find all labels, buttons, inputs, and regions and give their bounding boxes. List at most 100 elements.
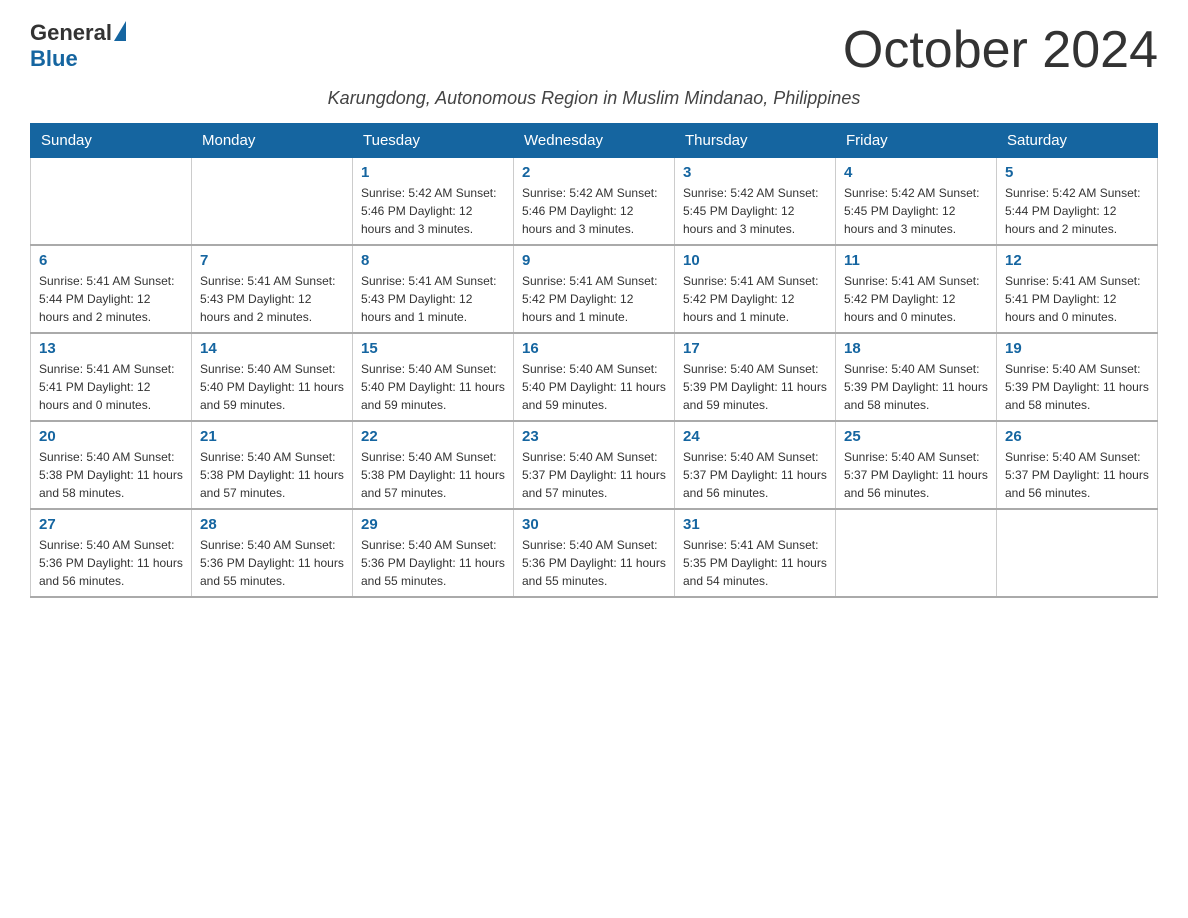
weekday-header: Wednesday [514, 124, 675, 158]
day-number: 4 [844, 164, 988, 181]
calendar-cell: 10 Sunrise: 5:41 AM Sunset: 5:42 PM Dayli… [675, 245, 836, 333]
day-number: 3 [683, 164, 827, 181]
calendar-cell: 29 Sunrise: 5:40 AM Sunset: 5:36 PM Dayli… [353, 509, 514, 597]
day-number: 2 [522, 164, 666, 181]
day-number: 17 [683, 340, 827, 357]
day-info: Sunrise: 5:40 AM Sunset: 5:39 PM Dayligh… [1005, 360, 1149, 414]
day-number: 21 [200, 428, 344, 445]
calendar-week-row: 13 Sunrise: 5:41 AM Sunset: 5:41 PM Dayli… [31, 333, 1158, 421]
day-number: 9 [522, 252, 666, 269]
calendar-cell: 4 Sunrise: 5:42 AM Sunset: 5:45 PM Daylig… [836, 158, 997, 246]
day-info: Sunrise: 5:40 AM Sunset: 5:40 PM Dayligh… [522, 360, 666, 414]
calendar-cell: 27 Sunrise: 5:40 AM Sunset: 5:36 PM Dayli… [31, 509, 192, 597]
page-header: General Blue October 2024 [30, 20, 1158, 80]
calendar-cell: 6 Sunrise: 5:41 AM Sunset: 5:44 PM Daylig… [31, 245, 192, 333]
calendar-cell: 2 Sunrise: 5:42 AM Sunset: 5:46 PM Daylig… [514, 158, 675, 246]
calendar-cell [836, 509, 997, 597]
calendar-cell: 12Sunrise: 5:41 AM Sunset: 5:41 PM Dayli… [997, 245, 1158, 333]
calendar-cell: 20 Sunrise: 5:40 AM Sunset: 5:38 PM Dayli… [31, 421, 192, 509]
day-info: Sunrise: 5:40 AM Sunset: 5:40 PM Dayligh… [361, 360, 505, 414]
subtitle: Karungdong, Autonomous Region in Muslim … [30, 88, 1158, 109]
calendar-body: 1 Sunrise: 5:42 AM Sunset: 5:46 PM Daylig… [31, 158, 1158, 598]
day-info: Sunrise: 5:41 AM Sunset: 5:41 PM Dayligh… [39, 360, 183, 414]
day-info: Sunrise: 5:40 AM Sunset: 5:40 PM Dayligh… [200, 360, 344, 414]
day-info: Sunrise: 5:42 AM Sunset: 5:45 PM Dayligh… [844, 184, 988, 238]
calendar-table: SundayMondayTuesdayWednesdayThursdayFrid… [30, 123, 1158, 598]
day-info: Sunrise: 5:40 AM Sunset: 5:37 PM Dayligh… [683, 448, 827, 502]
weekday-header: Monday [192, 124, 353, 158]
calendar-cell: 19 Sunrise: 5:40 AM Sunset: 5:39 PM Dayli… [997, 333, 1158, 421]
calendar-week-row: 1 Sunrise: 5:42 AM Sunset: 5:46 PM Daylig… [31, 158, 1158, 246]
day-number: 13 [39, 340, 183, 357]
weekday-header: Tuesday [353, 124, 514, 158]
calendar-cell: 9 Sunrise: 5:41 AM Sunset: 5:42 PM Daylig… [514, 245, 675, 333]
calendar-cell: 14 Sunrise: 5:40 AM Sunset: 5:40 PM Dayli… [192, 333, 353, 421]
day-number: 8 [361, 252, 505, 269]
day-number: 15 [361, 340, 505, 357]
day-number: 7 [200, 252, 344, 269]
day-info: Sunrise: 5:41 AM Sunset: 5:42 PM Dayligh… [522, 272, 666, 326]
logo-general: General [30, 20, 112, 46]
day-info: Sunrise: 5:41 AM Sunset: 5:41 PM Dayligh… [1005, 272, 1149, 326]
day-info: Sunrise: 5:40 AM Sunset: 5:36 PM Dayligh… [39, 536, 183, 590]
calendar-week-row: 20 Sunrise: 5:40 AM Sunset: 5:38 PM Dayli… [31, 421, 1158, 509]
calendar-cell: 25 Sunrise: 5:40 AM Sunset: 5:37 PM Dayli… [836, 421, 997, 509]
day-info: Sunrise: 5:40 AM Sunset: 5:37 PM Dayligh… [844, 448, 988, 502]
day-number: 30 [522, 516, 666, 533]
day-number: 16 [522, 340, 666, 357]
day-info: Sunrise: 5:41 AM Sunset: 5:35 PM Dayligh… [683, 536, 827, 590]
calendar-cell: 23 Sunrise: 5:40 AM Sunset: 5:37 PM Dayli… [514, 421, 675, 509]
day-info: Sunrise: 5:40 AM Sunset: 5:36 PM Dayligh… [522, 536, 666, 590]
day-number: 27 [39, 516, 183, 533]
page-title: October 2024 [843, 20, 1158, 80]
day-info: Sunrise: 5:41 AM Sunset: 5:42 PM Dayligh… [844, 272, 988, 326]
calendar-cell: 13 Sunrise: 5:41 AM Sunset: 5:41 PM Dayli… [31, 333, 192, 421]
day-info: Sunrise: 5:41 AM Sunset: 5:43 PM Dayligh… [361, 272, 505, 326]
calendar-cell: 28Sunrise: 5:40 AM Sunset: 5:36 PM Dayli… [192, 509, 353, 597]
day-info: Sunrise: 5:40 AM Sunset: 5:37 PM Dayligh… [1005, 448, 1149, 502]
weekday-header: Thursday [675, 124, 836, 158]
day-number: 14 [200, 340, 344, 357]
day-info: Sunrise: 5:42 AM Sunset: 5:44 PM Dayligh… [1005, 184, 1149, 238]
day-number: 23 [522, 428, 666, 445]
day-info: Sunrise: 5:41 AM Sunset: 5:44 PM Dayligh… [39, 272, 183, 326]
day-number: 11 [844, 252, 988, 269]
weekday-header: Sunday [31, 124, 192, 158]
day-info: Sunrise: 5:42 AM Sunset: 5:46 PM Dayligh… [361, 184, 505, 238]
day-number: 25 [844, 428, 988, 445]
day-info: Sunrise: 5:40 AM Sunset: 5:38 PM Dayligh… [39, 448, 183, 502]
day-number: 24 [683, 428, 827, 445]
day-info: Sunrise: 5:40 AM Sunset: 5:36 PM Dayligh… [200, 536, 344, 590]
calendar-cell: 8 Sunrise: 5:41 AM Sunset: 5:43 PM Daylig… [353, 245, 514, 333]
calendar-cell: 18Sunrise: 5:40 AM Sunset: 5:39 PM Dayli… [836, 333, 997, 421]
day-number: 22 [361, 428, 505, 445]
day-info: Sunrise: 5:41 AM Sunset: 5:42 PM Dayligh… [683, 272, 827, 326]
calendar-cell: 3 Sunrise: 5:42 AM Sunset: 5:45 PM Daylig… [675, 158, 836, 246]
day-number: 31 [683, 516, 827, 533]
day-info: Sunrise: 5:42 AM Sunset: 5:45 PM Dayligh… [683, 184, 827, 238]
day-info: Sunrise: 5:41 AM Sunset: 5:43 PM Dayligh… [200, 272, 344, 326]
day-number: 26 [1005, 428, 1149, 445]
logo-triangle-icon [114, 21, 126, 41]
calendar-cell: 26 Sunrise: 5:40 AM Sunset: 5:37 PM Dayli… [997, 421, 1158, 509]
day-info: Sunrise: 5:40 AM Sunset: 5:38 PM Dayligh… [361, 448, 505, 502]
day-number: 1 [361, 164, 505, 181]
calendar-cell: 17Sunrise: 5:40 AM Sunset: 5:39 PM Dayli… [675, 333, 836, 421]
calendar-cell: 5 Sunrise: 5:42 AM Sunset: 5:44 PM Daylig… [997, 158, 1158, 246]
day-number: 29 [361, 516, 505, 533]
day-info: Sunrise: 5:40 AM Sunset: 5:36 PM Dayligh… [361, 536, 505, 590]
day-info: Sunrise: 5:42 AM Sunset: 5:46 PM Dayligh… [522, 184, 666, 238]
day-number: 10 [683, 252, 827, 269]
day-number: 19 [1005, 340, 1149, 357]
day-number: 5 [1005, 164, 1149, 181]
calendar-cell: 22 Sunrise: 5:40 AM Sunset: 5:38 PM Dayli… [353, 421, 514, 509]
day-number: 6 [39, 252, 183, 269]
logo: General Blue [30, 20, 126, 72]
calendar-cell: 7 Sunrise: 5:41 AM Sunset: 5:43 PM Daylig… [192, 245, 353, 333]
calendar-cell [997, 509, 1158, 597]
calendar-header-row: SundayMondayTuesdayWednesdayThursdayFrid… [31, 124, 1158, 158]
calendar-cell: 31 Sunrise: 5:41 AM Sunset: 5:35 PM Dayli… [675, 509, 836, 597]
day-number: 20 [39, 428, 183, 445]
day-info: Sunrise: 5:40 AM Sunset: 5:37 PM Dayligh… [522, 448, 666, 502]
calendar-cell: 11 Sunrise: 5:41 AM Sunset: 5:42 PM Dayli… [836, 245, 997, 333]
